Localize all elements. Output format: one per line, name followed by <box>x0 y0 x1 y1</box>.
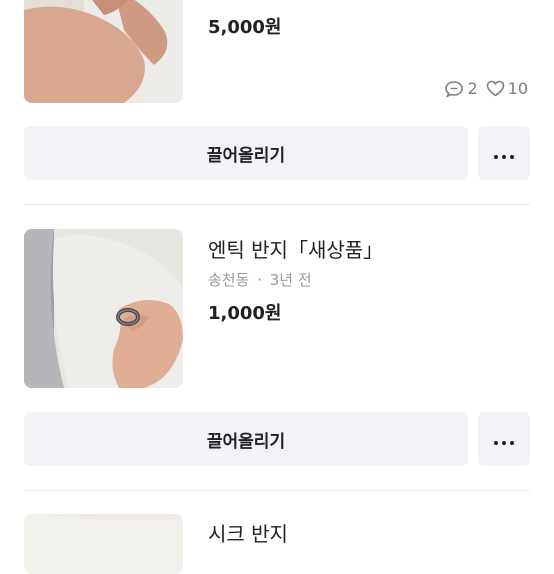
bump-button[interactable]: 끌어올리기 <box>24 126 468 180</box>
item-divider <box>24 490 530 491</box>
item-thumbnail[interactable] <box>24 0 183 103</box>
meta-separator: · <box>257 271 262 289</box>
product-photo <box>24 514 183 574</box>
heart-icon <box>486 80 505 97</box>
item-title[interactable]: 시크 반지 <box>208 518 288 547</box>
item-price: 5,000원 <box>208 17 282 38</box>
item-location: 송천동 <box>208 271 250 289</box>
item-divider <box>24 204 530 205</box>
product-photo-hand <box>24 0 183 103</box>
like-count: 10 <box>507 79 528 98</box>
item-meta: 송천동 · 3년 전 <box>208 269 312 290</box>
item-thumbnail[interactable] <box>24 514 183 574</box>
item-thumbnail[interactable] <box>24 229 183 388</box>
more-options-button[interactable] <box>478 126 530 180</box>
item-price: 1,000원 <box>208 303 282 324</box>
chat-count: 2 <box>467 79 478 98</box>
chat-bubble-icon <box>444 80 464 98</box>
bump-button[interactable]: 끌어올리기 <box>24 412 468 466</box>
product-photo-ring <box>24 229 183 388</box>
item-time: 3년 전 <box>269 271 312 289</box>
more-options-button[interactable] <box>478 412 530 466</box>
item-counts: 2 10 <box>444 79 528 98</box>
more-dots-icon <box>492 144 516 163</box>
more-dots-icon <box>492 430 516 449</box>
item-title[interactable]: 엔틱 반지「새상품」 <box>208 234 383 263</box>
